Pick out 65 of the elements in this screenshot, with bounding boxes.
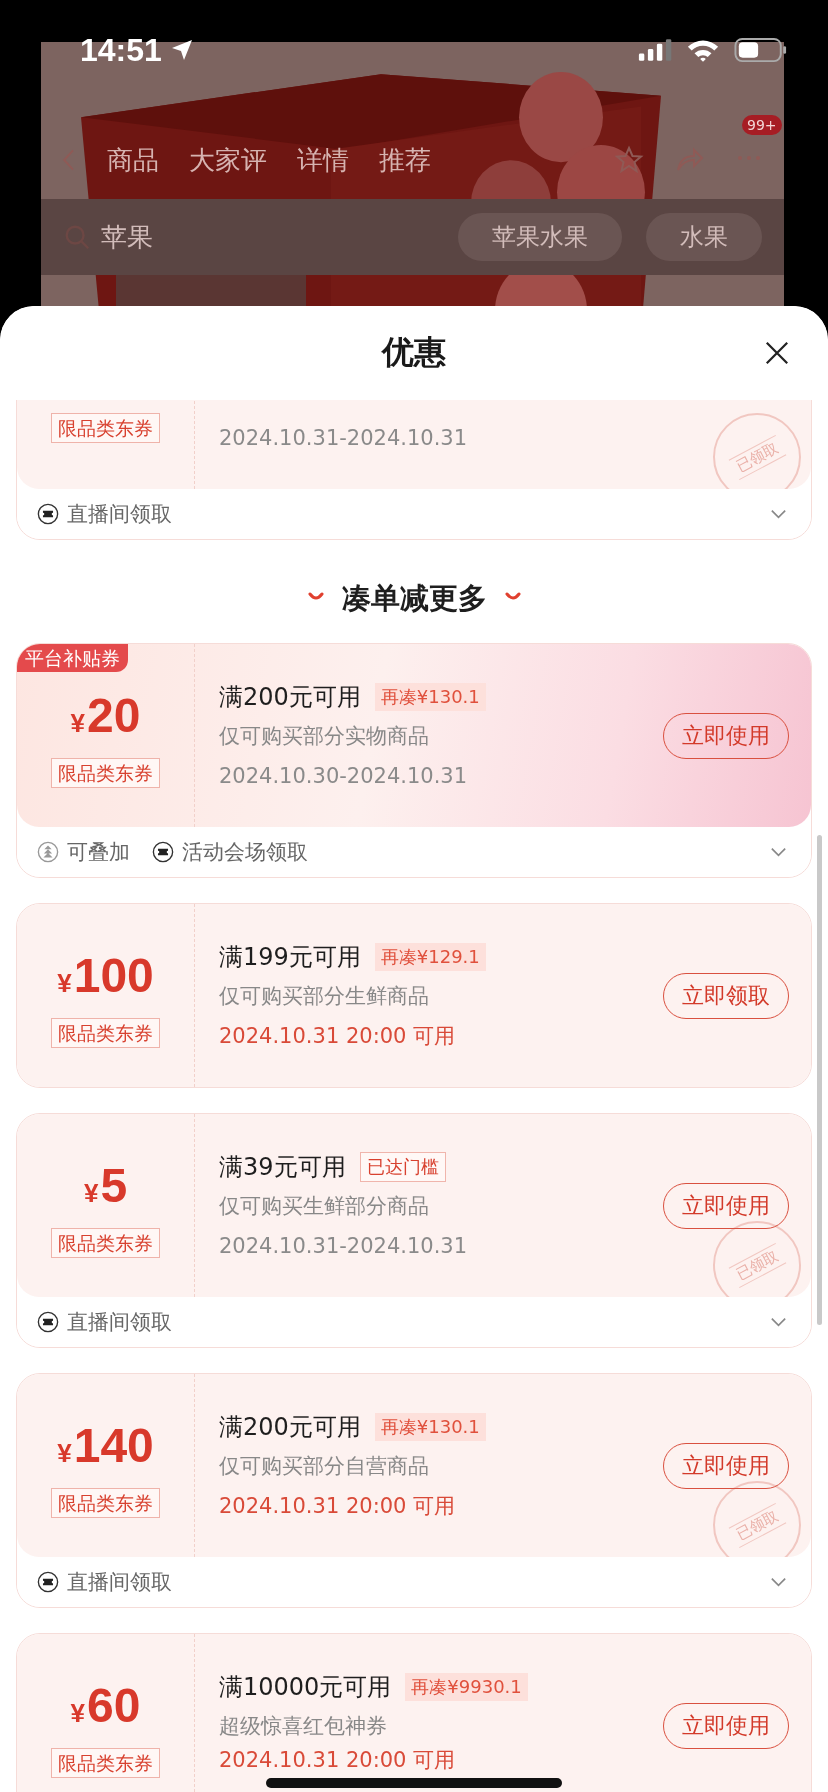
category-tag: 限品类东券: [51, 758, 160, 788]
nav-tab[interactable]: 推荐: [379, 142, 431, 178]
coupon-date: 2024.10.31 20:00 可用: [219, 1493, 456, 1520]
chevron-down-icon[interactable]: [770, 509, 787, 519]
search-field[interactable]: 苹果: [63, 219, 434, 255]
footer-label: 直播间领取: [67, 501, 172, 528]
coupon-scope: 超级惊喜红包神券: [219, 1713, 387, 1740]
coupon-threshold: 满199元可用: [219, 942, 361, 973]
coupon-date: 2024.10.31-2024.10.31: [219, 1234, 468, 1258]
threshold-badge: 再凑¥130.1: [374, 1413, 486, 1441]
category-tag: 限品类东券: [51, 1488, 160, 1518]
status-time: 14:51: [80, 31, 162, 69]
coupon-threshold: 满39元可用: [219, 1152, 346, 1183]
coupon-scope: 仅可购买部分生鲜商品: [219, 983, 429, 1010]
chevron-down-icon[interactable]: [770, 1317, 787, 1327]
coupon-amount: ¥60: [70, 1678, 141, 1734]
coupon-threshold: 满10000元可用: [219, 1672, 392, 1703]
coupon-amount: ¥140: [57, 1418, 154, 1474]
coupon-date: 2024.10.31-2024.10.31: [219, 426, 468, 450]
coupon-threshold: 满200元可用: [219, 682, 361, 713]
coupon-threshold: 满200元可用: [219, 1412, 361, 1443]
nav-tab[interactable]: 详情: [297, 142, 349, 178]
ticket-icon: [37, 503, 59, 525]
coupon-amount: ¥100: [57, 948, 154, 1004]
threshold-badge: 再凑¥130.1: [374, 683, 486, 711]
scrollbar[interactable]: [817, 835, 822, 1325]
category-tag: 限品类东券: [51, 1228, 160, 1258]
ticket-icon: [37, 1311, 59, 1333]
coupon-date: 2024.10.31 20:00 可用: [219, 1023, 456, 1050]
promo-tag: 平台补贴券: [17, 644, 128, 672]
footer-label: 活动会场领取: [182, 839, 308, 866]
footer-label: 直播间领取: [67, 1309, 172, 1336]
star-icon[interactable]: [614, 145, 644, 175]
footer-label: 直播间领取: [67, 1569, 172, 1596]
coupon-scope: 仅可购买生鲜部分商品: [219, 1193, 429, 1220]
coupon-amount: ¥20: [70, 688, 141, 744]
category-tag: 限品类东券: [51, 413, 160, 443]
coupon-amount: ¥5: [83, 1158, 128, 1214]
count-badge: 99+: [742, 115, 782, 135]
section-heading: 凑单减更多: [341, 580, 487, 617]
search-tag[interactable]: 苹果水果: [458, 213, 622, 261]
signal-icon: [638, 38, 674, 62]
smile-mark-icon: [307, 592, 324, 602]
nav-tab[interactable]: 商品: [107, 142, 159, 178]
stack-icon: [37, 841, 59, 863]
coupon-scope: 仅可购买部分自营商品: [219, 1453, 429, 1480]
sheet-title: 优惠: [382, 332, 446, 373]
smile-mark-icon: [504, 592, 521, 602]
threshold-badge: 再凑¥9930.1: [405, 1673, 528, 1701]
ticket-icon: [152, 841, 174, 863]
category-tag: 限品类东券: [51, 1748, 160, 1778]
chevron-down-icon[interactable]: [770, 1577, 787, 1587]
threshold-badge: 再凑¥129.1: [374, 943, 486, 971]
nav-tab[interactable]: 大家评: [189, 142, 267, 178]
category-tag: 限品类东券: [51, 1018, 160, 1048]
coupon-date: 2024.10.30-2024.10.31: [219, 764, 468, 788]
coupon-date: 2024.10.31 20:00 可用: [219, 1747, 456, 1774]
chevron-down-icon[interactable]: [770, 847, 787, 857]
search-tag[interactable]: 水果: [646, 213, 762, 261]
footer-label: 可叠加: [67, 839, 130, 866]
battery-icon: [734, 37, 788, 63]
coupon-scope: 仅可购买部分实物商品: [219, 723, 429, 750]
ticket-icon: [37, 1571, 59, 1593]
close-icon[interactable]: [764, 340, 790, 366]
threshold-badge: 已达门槛: [359, 1152, 446, 1182]
